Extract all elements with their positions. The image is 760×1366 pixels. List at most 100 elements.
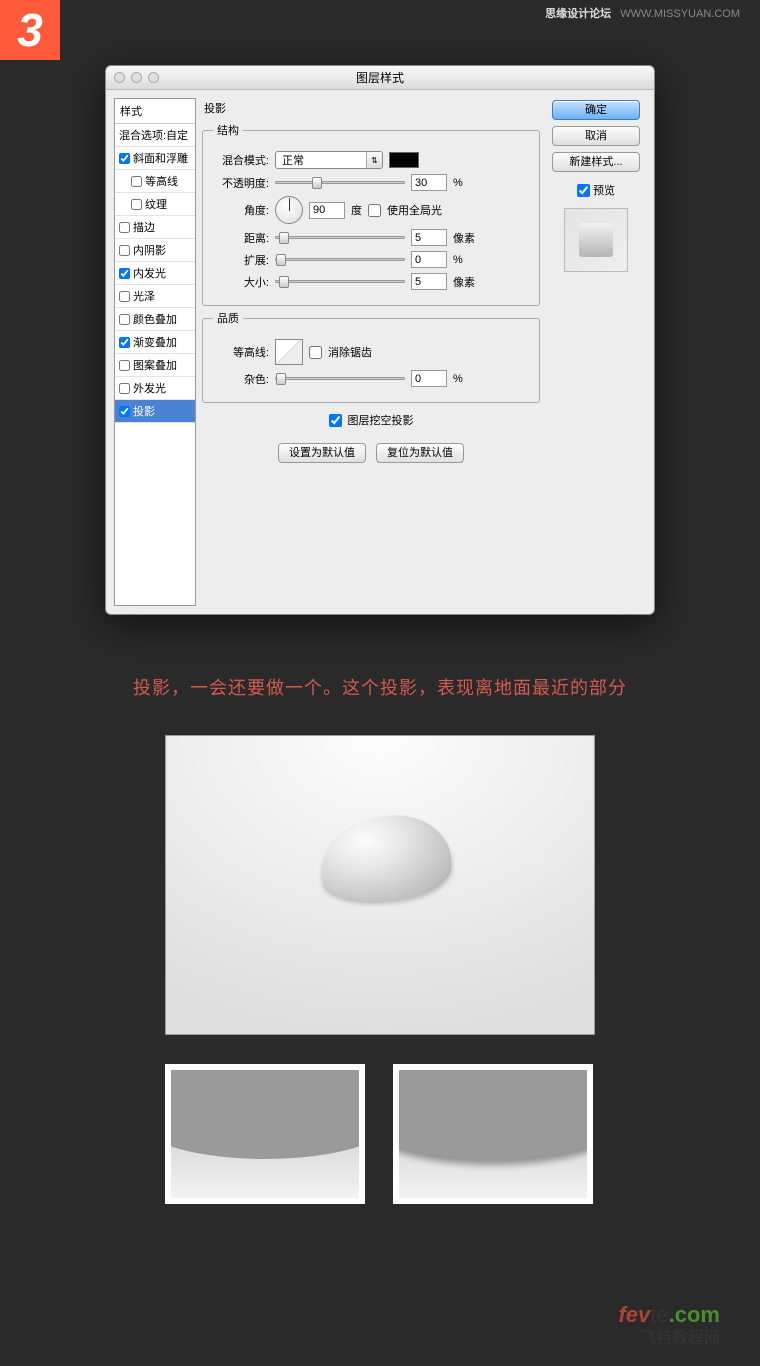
style-label: 渐变叠加 — [133, 334, 177, 350]
antialias-label: 消除锯齿 — [328, 344, 372, 360]
style-row-stroke[interactable]: 描边 — [115, 216, 195, 239]
style-check[interactable] — [119, 268, 130, 279]
brand-suf: .com — [669, 1302, 720, 1327]
angle-dial[interactable] — [275, 196, 303, 224]
cancel-button[interactable]: 取消 — [552, 126, 640, 146]
settings-panel: 投影 结构 混合模式: 正常 ⇅ 不透明度: % — [202, 98, 540, 606]
distance-slider[interactable] — [275, 236, 405, 239]
styles-list: 样式 混合选项:自定 斜面和浮雕 等高线 纹理 描边 内阴影 内发光 光泽 颜色… — [114, 98, 196, 606]
angle-label: 角度: — [213, 202, 269, 218]
blending-options-row[interactable]: 混合选项:自定 — [115, 124, 195, 147]
quality-group: 品质 等高线: 消除锯齿 杂色: % — [202, 310, 540, 403]
style-label: 斜面和浮雕 — [133, 150, 188, 166]
style-label: 内阴影 — [133, 242, 166, 258]
quality-legend: 品质 — [213, 310, 243, 326]
noise-input[interactable] — [411, 370, 447, 387]
knockout-label: 图层挖空投影 — [348, 412, 414, 428]
footer-watermark: fevte.com 飞特教程网 — [618, 1302, 720, 1348]
style-check[interactable] — [119, 360, 130, 371]
style-label: 投影 — [133, 403, 155, 419]
chevron-updown-icon[interactable]: ⇅ — [366, 152, 382, 168]
zoom-icon[interactable] — [148, 72, 159, 83]
distance-unit: 像素 — [453, 230, 475, 246]
structure-group: 结构 混合模式: 正常 ⇅ 不透明度: % 角度: — [202, 122, 540, 306]
detail-thumbnails — [165, 1064, 593, 1204]
style-row-bevel[interactable]: 斜面和浮雕 — [115, 147, 195, 170]
spread-unit: % — [453, 254, 463, 266]
preview-label: 预览 — [593, 182, 615, 198]
opacity-unit: % — [453, 177, 463, 189]
noise-slider[interactable] — [275, 377, 405, 380]
brand-mid: te — [650, 1302, 668, 1327]
styles-header: 样式 — [115, 99, 195, 124]
style-check[interactable] — [119, 153, 130, 164]
style-check[interactable] — [119, 245, 130, 256]
style-row-pattern-overlay[interactable]: 图案叠加 — [115, 354, 195, 377]
global-light-check[interactable] — [368, 204, 381, 217]
minimize-icon[interactable] — [131, 72, 142, 83]
style-check[interactable] — [119, 222, 130, 233]
preview-check[interactable] — [577, 184, 590, 197]
blend-mode-combo[interactable]: 正常 ⇅ — [275, 151, 383, 169]
style-check[interactable] — [119, 291, 130, 302]
opacity-label: 不透明度: — [213, 175, 269, 191]
style-row-gradient-overlay[interactable]: 渐变叠加 — [115, 331, 195, 354]
style-row-color-overlay[interactable]: 颜色叠加 — [115, 308, 195, 331]
style-check[interactable] — [119, 337, 130, 348]
noise-label: 杂色: — [213, 371, 269, 387]
ok-button[interactable]: 确定 — [552, 100, 640, 120]
preview-swatch — [564, 208, 628, 272]
spread-input[interactable] — [411, 251, 447, 268]
set-default-button[interactable]: 设置为默认值 — [278, 443, 366, 463]
dialog-title: 图层样式 — [106, 66, 654, 90]
style-row-inner-shadow[interactable]: 内阴影 — [115, 239, 195, 262]
close-icon[interactable] — [114, 72, 125, 83]
result-preview — [165, 735, 595, 1035]
style-label: 纹理 — [145, 196, 167, 212]
shadow-color-swatch[interactable] — [389, 152, 419, 168]
knockout-check[interactable] — [329, 414, 342, 427]
size-input[interactable] — [411, 273, 447, 290]
opacity-slider[interactable] — [275, 181, 405, 184]
style-check[interactable] — [119, 383, 130, 394]
style-check[interactable] — [131, 176, 142, 187]
style-row-satin[interactable]: 光泽 — [115, 285, 195, 308]
style-label: 外发光 — [133, 380, 166, 396]
distance-label: 距离: — [213, 230, 269, 246]
noise-unit: % — [453, 373, 463, 385]
step-badge: 3 — [0, 0, 60, 60]
antialias-check[interactable] — [309, 346, 322, 359]
reset-default-button[interactable]: 复位为默认值 — [376, 443, 464, 463]
style-row-inner-glow[interactable]: 内发光 — [115, 262, 195, 285]
dialog-actions: 确定 取消 新建样式... 预览 — [546, 98, 646, 606]
global-light-label: 使用全局光 — [387, 202, 442, 218]
brand-sub: 飞特教程网 — [618, 1329, 720, 1348]
style-check[interactable] — [119, 406, 130, 417]
style-label: 描边 — [133, 219, 155, 235]
size-unit: 像素 — [453, 274, 475, 290]
spread-slider[interactable] — [275, 258, 405, 261]
source-url: WWW.MISSYUAN.COM — [620, 8, 740, 20]
style-row-contour[interactable]: 等高线 — [115, 170, 195, 193]
blend-mode-label: 混合模式: — [213, 152, 269, 168]
size-label: 大小: — [213, 274, 269, 290]
window-controls[interactable] — [114, 72, 159, 83]
style-row-drop-shadow[interactable]: 投影 — [115, 400, 195, 423]
layer-style-dialog: 图层样式 样式 混合选项:自定 斜面和浮雕 等高线 纹理 描边 内阴影 内发光 … — [105, 65, 655, 615]
style-row-outer-glow[interactable]: 外发光 — [115, 377, 195, 400]
size-slider[interactable] — [275, 280, 405, 283]
contour-picker[interactable] — [275, 339, 303, 365]
brand-logo: fevte.com — [618, 1302, 720, 1328]
distance-input[interactable] — [411, 229, 447, 246]
egg-shape — [318, 812, 454, 905]
tutorial-caption: 投影，一会还要做一个。这个投影，表现离地面最近的部分 — [0, 674, 760, 700]
style-check[interactable] — [131, 199, 142, 210]
style-check[interactable] — [119, 314, 130, 325]
new-style-button[interactable]: 新建样式... — [552, 152, 640, 172]
brand-pre: fev — [618, 1302, 650, 1327]
structure-legend: 结构 — [213, 122, 243, 138]
opacity-input[interactable] — [411, 174, 447, 191]
style-row-texture[interactable]: 纹理 — [115, 193, 195, 216]
detail-thumb-1 — [165, 1064, 365, 1204]
angle-input[interactable] — [309, 202, 345, 219]
